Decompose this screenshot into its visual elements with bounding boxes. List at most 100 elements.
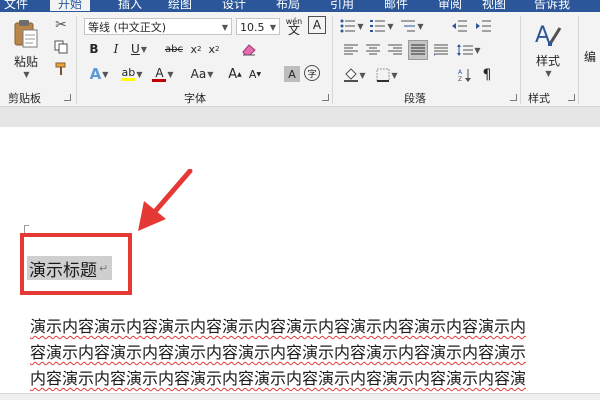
superscript-icon[interactable]: x2 <box>206 40 222 58</box>
bullets-button[interactable]: ▼ <box>340 17 364 35</box>
grow-font-icon[interactable]: A ▲ <box>228 64 242 84</box>
character-border-char: A <box>312 18 322 32</box>
line-spacing-button[interactable]: ▼ <box>456 42 482 58</box>
decrease-indent-icon[interactable] <box>450 17 470 35</box>
tab-home[interactable]: 开始 <box>50 0 91 11</box>
tab-insert[interactable]: 插入 <box>118 0 142 12</box>
chevron-down-icon: ▼ <box>140 44 147 54</box>
font-color-icon: A <box>152 67 167 82</box>
distributed-icon[interactable] <box>432 42 450 58</box>
tab-references[interactable]: 引用 <box>330 0 354 12</box>
align-center-icon[interactable] <box>364 42 382 58</box>
chevron-down-icon: ▼ <box>357 21 364 31</box>
tab-review[interactable]: 审阅 <box>438 0 462 12</box>
chevron-down-icon: ▼ <box>474 45 481 55</box>
clipboard-group-label: 剪贴板 <box>8 92 41 105</box>
enclose-characters-button[interactable]: 字 <box>304 65 320 81</box>
underline-button[interactable]: U ▼ <box>128 40 150 58</box>
editing-button[interactable]: 编 <box>584 36 600 76</box>
styles-group-label: 样式 <box>528 92 550 105</box>
font-size-select[interactable]: 10.5 ▼ <box>236 18 280 35</box>
borders-button[interactable]: ▼ <box>374 66 400 84</box>
tab-view[interactable]: 视图 <box>482 0 506 12</box>
paragraph-dialog-launcher-icon[interactable] <box>510 94 517 101</box>
cut-button[interactable]: ✂ <box>52 16 70 34</box>
underline-icon: U <box>131 42 140 56</box>
shading-button[interactable]: ▼ <box>342 66 368 84</box>
italic-icon[interactable]: I <box>108 40 124 58</box>
character-border-button[interactable]: A <box>308 16 326 34</box>
chevron-down-icon: ▼ <box>359 70 366 80</box>
bold-icon[interactable]: B <box>86 40 102 58</box>
chevron-down-icon: ▼ <box>207 69 214 79</box>
chevron-down-icon: ▼ <box>417 21 424 31</box>
clipboard-dialog-launcher-icon[interactable] <box>64 94 71 101</box>
tab-design[interactable]: 设计 <box>222 0 246 12</box>
body-text-line[interactable]: 内容演示内容演示内容演示内容演示内容演示内容演示内容演示内容演 <box>30 365 526 389</box>
body-text-line[interactable]: 演示内容演示内容演示内容演示内容演示内容演示内容演示内容演示内 <box>30 313 526 337</box>
tab-layout[interactable]: 布局 <box>276 0 300 12</box>
styles-dialog-launcher-icon[interactable] <box>568 94 575 101</box>
chevron-down-icon: ▼ <box>269 23 276 32</box>
bullets-icon <box>340 19 356 33</box>
borders-icon <box>376 68 390 82</box>
svg-text:Z: Z <box>458 76 462 82</box>
paintbrush-icon <box>55 62 66 75</box>
change-case-button[interactable]: Aa ▼ <box>186 64 218 84</box>
group-divider <box>332 16 333 104</box>
ribbon-tab-bar: 文件 开始 插入 绘图 设计 布局 引用 邮件 审阅 视图 告诉我 <box>0 0 600 12</box>
increase-indent-icon[interactable] <box>474 17 494 35</box>
tab-mailings[interactable]: 邮件 <box>384 0 408 12</box>
chevron-down-icon: ▼ <box>545 69 552 78</box>
font-color-button[interactable]: A ▼ <box>150 64 176 84</box>
document-canvas-background <box>0 107 600 127</box>
align-left-icon[interactable] <box>342 42 360 58</box>
numbering-button[interactable]: ▼ <box>370 17 394 35</box>
strikethrough-icon[interactable]: abc <box>162 40 186 58</box>
body-text-line[interactable]: 容演示内容演示内容演示内容演示内容演示内容演示内容演示内容演示 <box>30 339 526 363</box>
styles-button[interactable]: A 样式 ▼ <box>528 16 568 82</box>
copy-icon <box>54 40 68 54</box>
svg-text:A: A <box>458 69 463 76</box>
change-case-icon: Aa <box>190 67 207 81</box>
paste-button[interactable]: 粘贴 ▼ <box>8 16 44 82</box>
chevron-down-icon: ▼ <box>136 69 143 79</box>
horizontal-scrollbar[interactable] <box>0 393 600 400</box>
clear-formatting-button[interactable] <box>240 40 258 58</box>
tab-tell-me[interactable]: 告诉我 <box>534 0 570 12</box>
text-effects-button[interactable]: A ▼ <box>86 64 112 84</box>
multilevel-list-icon <box>401 20 416 32</box>
annotation-highlight-box <box>20 233 132 295</box>
editing-label: 编 <box>584 49 597 64</box>
tab-draw[interactable]: 绘图 <box>168 0 192 12</box>
styles-label: 样式 <box>535 54 560 68</box>
group-divider <box>578 16 579 104</box>
align-right-icon[interactable] <box>386 42 404 58</box>
svg-text:A: A <box>535 23 550 48</box>
sort-icon[interactable]: AZ <box>456 66 474 84</box>
character-shading-icon[interactable]: A <box>284 66 300 82</box>
multilevel-list-button[interactable]: ▼ <box>400 17 424 35</box>
numbering-icon <box>370 20 386 32</box>
show-formatting-marks-icon[interactable]: ¶ <box>478 66 496 84</box>
font-dialog-launcher-icon[interactable] <box>322 94 329 101</box>
copy-button[interactable] <box>52 38 70 56</box>
chevron-down-icon: ▼ <box>167 69 174 79</box>
shrink-font-icon[interactable]: A ▼ <box>248 64 262 84</box>
text-effects-icon: A <box>89 65 102 83</box>
styles-icon: A <box>535 23 562 48</box>
ribbon: 粘贴 ▼ ✂ 剪贴板 等线 (中文正文) ▼ 10.5 ▼ wén 文 A B … <box>0 12 600 107</box>
font-family-select[interactable]: 等线 (中文正文) ▼ <box>84 18 232 35</box>
document-page[interactable]: 演示标题 ↵ 演示内容演示内容演示内容演示内容演示内容演示内容演示内容演示内 容… <box>0 127 600 400</box>
font-group-label: 字体 <box>184 92 206 105</box>
justify-icon[interactable] <box>408 40 428 60</box>
format-painter-button[interactable] <box>52 60 70 78</box>
tab-file[interactable]: 文件 <box>4 0 28 12</box>
phonetic-guide-button[interactable]: wén 文 <box>283 15 305 37</box>
highlight-color-button[interactable]: ab ▼ <box>118 64 146 84</box>
paint-bucket-icon <box>344 68 359 82</box>
subscript-icon[interactable]: x2 <box>188 40 204 58</box>
line-spacing-icon <box>457 44 474 56</box>
annotation-arrow-icon <box>138 169 193 231</box>
enclose-characters-char: 字 <box>307 69 317 80</box>
